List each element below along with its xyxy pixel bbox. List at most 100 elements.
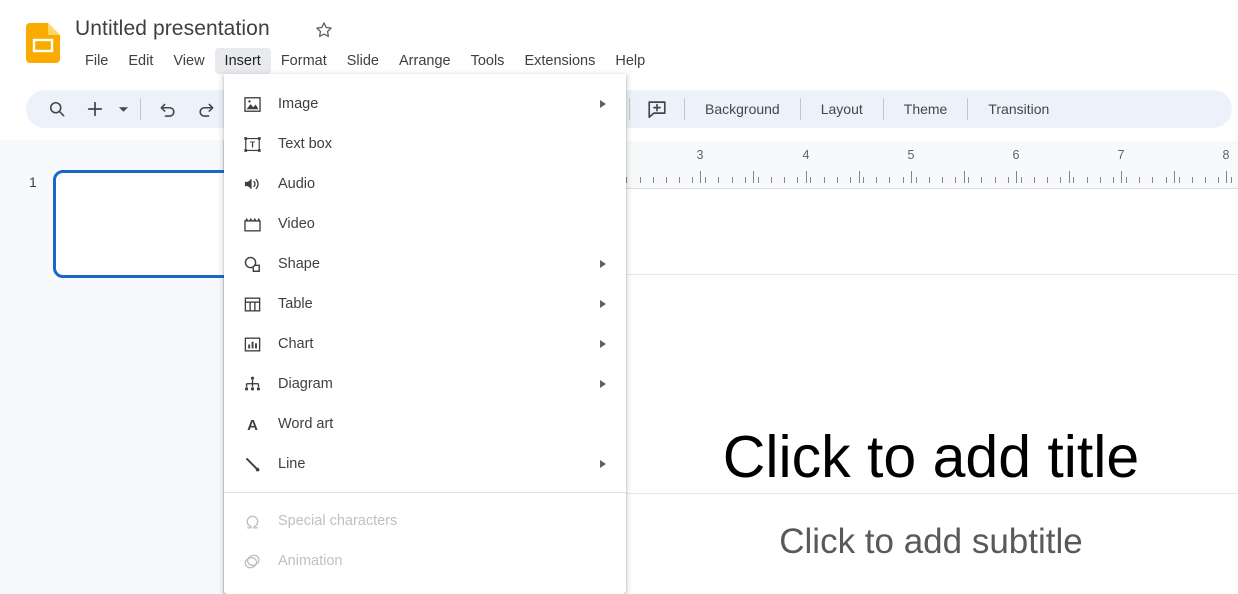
ruler-tick-major — [1016, 171, 1017, 183]
undo-icon[interactable] — [153, 94, 183, 124]
ruler-tick-minor — [824, 177, 825, 183]
subtitle-placeholder[interactable]: Click to add subtitle — [624, 520, 1238, 564]
toolbar-divider — [967, 98, 968, 120]
layout-button[interactable]: Layout — [809, 95, 875, 123]
menu-insert[interactable]: Insert — [215, 48, 271, 74]
ruler-tick-major — [859, 171, 860, 183]
ruler-tick-major — [700, 171, 701, 183]
add-comment-icon[interactable] — [642, 94, 672, 124]
toolbar: Background Layout Theme Transition — [26, 90, 1232, 128]
menu-option-chart[interactable]: Chart — [224, 324, 626, 364]
submenu-arrow-icon — [600, 260, 606, 268]
menu-help[interactable]: Help — [605, 48, 655, 74]
ruler-tick-major — [806, 171, 807, 183]
ruler-tick-minor — [995, 177, 996, 183]
ruler-tick-minor — [771, 177, 772, 183]
ruler-tick-minor — [981, 177, 982, 183]
menu-option-label: Diagram — [278, 376, 600, 392]
background-button[interactable]: Background — [693, 95, 792, 123]
ruler-tick-minor — [876, 177, 877, 183]
slide-thumbnail-1[interactable] — [53, 170, 239, 278]
menu-option-animation: Animation — [224, 541, 626, 581]
new-slide-plus-icon[interactable] — [80, 94, 110, 124]
horizontal-ruler[interactable]: 345678 — [624, 141, 1238, 189]
ruler-tick-minor — [718, 177, 719, 183]
diagram-icon — [240, 372, 264, 396]
ruler-tick-minor — [758, 177, 759, 183]
redo-icon[interactable] — [191, 94, 221, 124]
menu-edit[interactable]: Edit — [118, 48, 163, 74]
toolbar-divider — [883, 98, 884, 120]
menu-option-label: Video — [278, 216, 612, 232]
menu-option-word-art[interactable]: A Word art — [224, 404, 626, 444]
ruler-tick-minor — [1139, 177, 1140, 183]
menu-arrange[interactable]: Arrange — [389, 48, 461, 74]
ruler-tick-minor — [837, 177, 838, 183]
svg-text:A: A — [247, 417, 258, 434]
menu-view[interactable]: View — [163, 48, 214, 74]
ruler-tick-minor — [797, 177, 798, 183]
menu-option-text-box[interactable]: T Text box — [224, 124, 626, 164]
menu-option-label: Chart — [278, 336, 600, 352]
ruler-tick-minor — [889, 177, 890, 183]
ruler-number: 3 — [697, 148, 704, 162]
menu-option-label: Audio — [278, 176, 612, 192]
search-icon[interactable] — [42, 94, 72, 124]
menu-option-image[interactable]: Image — [224, 84, 626, 124]
shape-icon — [240, 252, 264, 276]
ruler-tick-minor — [1179, 177, 1180, 183]
chart-icon — [240, 332, 264, 356]
ruler-number: 5 — [908, 148, 915, 162]
menu-option-shape[interactable]: Shape — [224, 244, 626, 284]
menu-format[interactable]: Format — [271, 48, 337, 74]
toolbar-divider — [684, 98, 685, 120]
ruler-tick-minor — [1205, 177, 1206, 183]
menu-tools[interactable]: Tools — [461, 48, 515, 74]
ruler-tick-minor — [1192, 177, 1193, 183]
document-title[interactable]: Untitled presentation — [75, 17, 270, 41]
ruler-tick-minor — [666, 177, 667, 183]
theme-button[interactable]: Theme — [892, 95, 960, 123]
ruler-tick-minor — [1087, 177, 1088, 183]
menu-bar: File Edit View Insert Format Slide Arran… — [75, 48, 655, 74]
ruler-tick-minor — [1218, 177, 1219, 183]
title-placeholder[interactable]: Click to add title — [624, 422, 1238, 492]
menu-option-label: Special characters — [278, 513, 612, 529]
ruler-tick-major — [964, 171, 965, 183]
audio-icon — [240, 172, 264, 196]
menu-option-label: Table — [278, 296, 600, 312]
transition-button[interactable]: Transition — [976, 95, 1061, 123]
submenu-arrow-icon — [600, 380, 606, 388]
menu-option-table[interactable]: Table — [224, 284, 626, 324]
ruler-tick-minor — [1152, 177, 1153, 183]
ruler-tick-minor — [732, 177, 733, 183]
menu-option-label: Word art — [278, 416, 612, 432]
menu-slide[interactable]: Slide — [337, 48, 389, 74]
insert-dropdown-menu: Image T Text box — [224, 74, 626, 594]
menu-option-diagram[interactable]: Diagram — [224, 364, 626, 404]
ruler-tick-minor — [1113, 177, 1114, 183]
submenu-arrow-icon — [600, 300, 606, 308]
ruler-number: 8 — [1223, 148, 1230, 162]
ruler-tick-minor — [968, 177, 969, 183]
ruler-number: 4 — [803, 148, 810, 162]
google-slides-logo[interactable] — [26, 23, 60, 63]
slide-canvas[interactable]: Click to add title Click to add subtitle — [624, 190, 1238, 594]
star-icon[interactable] — [312, 20, 336, 44]
ruler-tick-minor — [863, 177, 864, 183]
new-slide-chevron-down-icon[interactable] — [114, 94, 132, 124]
ruler-tick-minor — [626, 177, 627, 183]
menu-file[interactable]: File — [75, 48, 118, 74]
menu-option-label: Shape — [278, 256, 600, 272]
ruler-tick-minor — [955, 177, 956, 183]
menu-extensions[interactable]: Extensions — [514, 48, 605, 74]
menu-option-line[interactable]: Line — [224, 444, 626, 484]
menu-option-video[interactable]: Video — [224, 204, 626, 244]
menu-option-audio[interactable]: Audio — [224, 164, 626, 204]
ruler-tick-minor — [1008, 177, 1009, 183]
ruler-tick-minor — [1166, 177, 1167, 183]
submenu-arrow-icon — [600, 340, 606, 348]
text-box-icon: T — [240, 132, 264, 156]
canvas-guide-line — [624, 274, 1238, 275]
omega-icon — [240, 509, 264, 533]
